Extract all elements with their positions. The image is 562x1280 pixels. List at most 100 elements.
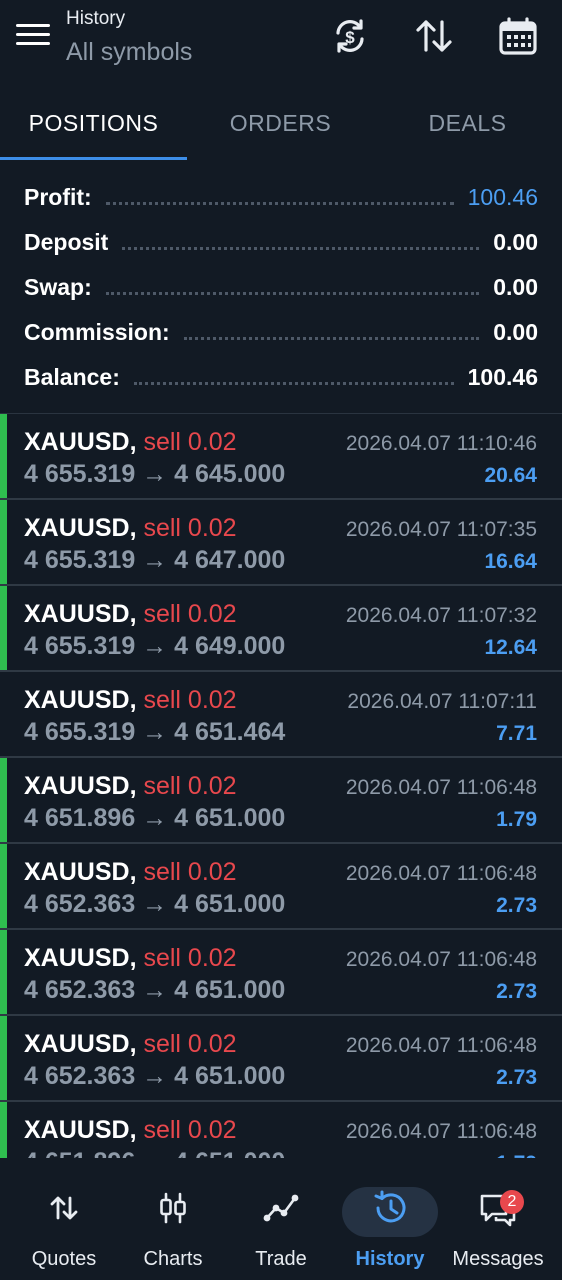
- dotted-leader: [122, 247, 480, 250]
- deal-prices: 4 652.363 → 4 651.000: [24, 890, 286, 918]
- deal-row[interactable]: XAUUSD, sell 0.02 4 652.363 → 4 651.000 20…: [0, 1016, 562, 1102]
- deal-prices: 4 655.319 → 4 649.000: [24, 632, 286, 660]
- summary-label: Commission:: [24, 319, 170, 345]
- symbol-name: XAUUSD,: [24, 428, 137, 456]
- nav-label: Trade: [255, 1248, 307, 1270]
- deal-profit: 2.73: [496, 894, 537, 917]
- dotted-leader: [105, 202, 454, 205]
- tab-deals[interactable]: DEALS: [374, 92, 561, 162]
- profit-indicator-bar: [0, 758, 7, 842]
- summary-swap: Swap: 0.00: [0, 265, 562, 310]
- deal-list[interactable]: XAUUSD, sell 0.02 4 655.319 → 4 645.000 20…: [0, 413, 562, 1158]
- deal-prices: 4 655.319 → 4 647.000: [24, 546, 286, 574]
- deal-time: 2026.04.07 11:06:48: [345, 776, 537, 799]
- deal-row[interactable]: XAUUSD, sell 0.02 4 655.319 → 4 651.464 20…: [0, 672, 562, 758]
- profit-indicator-bar: [0, 586, 7, 670]
- deal-prices: 4 652.363 → 4 651.000: [24, 1062, 286, 1090]
- deal-profit: 16.64: [484, 550, 537, 573]
- tab-orders[interactable]: ORDERS: [187, 92, 374, 162]
- symbol-name: XAUUSD,: [24, 1030, 137, 1058]
- currency-exchange-icon[interactable]: $: [330, 16, 370, 56]
- dotted-leader: [183, 337, 480, 340]
- deal-prices: 4 655.319 → 4 645.000: [24, 460, 286, 488]
- deal-time: 2026.04.07 11:07:32: [345, 604, 537, 627]
- summary-value: 100.46: [467, 184, 538, 210]
- deal-profit: 1.79: [496, 808, 537, 831]
- deal-row[interactable]: XAUUSD, sell 0.02 4 652.363 → 4 651.000 20…: [0, 930, 562, 1016]
- sort-icon[interactable]: [414, 16, 454, 56]
- summary-value: 0.00: [493, 319, 538, 345]
- nav-label: Charts: [143, 1248, 203, 1270]
- deal-prices: 4 652.363 → 4 651.000: [24, 976, 286, 1004]
- deal-profit: 2.73: [496, 980, 537, 1003]
- summary-value: 0.00: [493, 274, 538, 300]
- deal-profit: 2.73: [496, 1066, 537, 1089]
- nav-label: Messages: [452, 1248, 544, 1270]
- summary-value: 0.00: [493, 229, 538, 255]
- deal-symbol: XAUUSD, sell 0.02: [24, 600, 237, 629]
- tab-positions[interactable]: POSITIONS: [0, 92, 187, 162]
- symbol-name: XAUUSD,: [24, 686, 137, 714]
- deal-row[interactable]: XAUUSD, sell 0.02 4 655.319 → 4 645.000 20…: [0, 414, 562, 500]
- trade-icon: [261, 1188, 301, 1228]
- summary-label: Balance:: [24, 364, 120, 390]
- deal-row[interactable]: XAUUSD, sell 0.02 4 655.319 → 4 649.000 20…: [0, 586, 562, 672]
- nav-charts[interactable]: Charts: [119, 1158, 227, 1280]
- summary-profit: Profit: 100.46: [0, 175, 562, 220]
- deal-profit: 12.64: [484, 636, 537, 659]
- deal-row[interactable]: XAUUSD, sell 0.02 4 651.896 → 4 651.000 20…: [0, 758, 562, 844]
- dotted-leader: [133, 382, 454, 385]
- page-title: History: [66, 8, 126, 29]
- deal-profit: 20.64: [484, 464, 537, 487]
- summary-balance: Balance: 100.46: [0, 355, 562, 400]
- history-screen: History All symbols $ POSITIONS ORDERS D…: [0, 0, 562, 1280]
- nav-history[interactable]: History: [336, 1158, 444, 1280]
- deal-row[interactable]: XAUUSD, sell 0.02 4 652.363 → 4 651.000 20…: [0, 844, 562, 930]
- summary-label: Deposit: [24, 229, 109, 255]
- nav-label: History: [355, 1248, 425, 1270]
- symbol-name: XAUUSD,: [24, 514, 137, 542]
- calendar-icon[interactable]: [498, 16, 538, 56]
- top-bar: History All symbols $: [0, 0, 562, 80]
- deal-symbol: XAUUSD, sell 0.02: [24, 1116, 237, 1145]
- nav-messages[interactable]: Messages: [444, 1158, 552, 1280]
- history-tabs: POSITIONS ORDERS DEALS: [0, 92, 562, 162]
- quotes-icon: [44, 1188, 84, 1228]
- symbol-name: XAUUSD,: [24, 600, 137, 628]
- profit-indicator-bar: [0, 930, 7, 1014]
- profit-indicator-bar: [0, 500, 7, 584]
- active-tab-indicator: [0, 157, 187, 160]
- deal-symbol: XAUUSD, sell 0.02: [24, 944, 237, 973]
- deal-side-volume: sell 0.02: [143, 514, 237, 542]
- deal-row[interactable]: XAUUSD, sell 0.02 4 651.896 → 4 651.000 20…: [0, 1102, 562, 1158]
- deal-profit: 7.71: [496, 722, 537, 745]
- hamburger-menu-icon[interactable]: [16, 24, 50, 50]
- deal-time: 2026.04.07 11:07:11: [347, 690, 537, 713]
- deal-symbol: XAUUSD, sell 0.02: [24, 1030, 237, 1059]
- deal-symbol: XAUUSD, sell 0.02: [24, 428, 237, 457]
- profit-indicator-bar: [0, 844, 7, 928]
- deal-symbol: XAUUSD, sell 0.02: [24, 686, 237, 715]
- nav-trade[interactable]: Trade: [227, 1158, 335, 1280]
- messages-badge: 2: [500, 1190, 524, 1214]
- deal-symbol: XAUUSD, sell 0.02: [24, 858, 237, 887]
- summary-commission: Commission: 0.00: [0, 310, 562, 355]
- summary-label: Profit:: [24, 184, 92, 210]
- nav-quotes[interactable]: Quotes: [10, 1158, 118, 1280]
- bottom-navigation: Quotes Charts Trade History Messages: [0, 1158, 562, 1280]
- charts-icon: [153, 1188, 193, 1228]
- deal-row[interactable]: XAUUSD, sell 0.02 4 655.319 → 4 647.000 20…: [0, 500, 562, 586]
- summary-value: 100.46: [467, 364, 538, 390]
- profit-indicator-bar: [0, 1102, 7, 1158]
- symbol-name: XAUUSD,: [24, 944, 137, 972]
- deal-side-volume: sell 0.02: [143, 772, 237, 800]
- symbol-filter[interactable]: All symbols: [66, 38, 192, 67]
- deal-time: 2026.04.07 11:07:35: [345, 518, 537, 541]
- deal-time: 2026.04.07 11:06:48: [345, 948, 537, 971]
- symbol-name: XAUUSD,: [24, 1116, 137, 1144]
- dotted-leader: [105, 292, 480, 295]
- history-icon: [370, 1188, 410, 1228]
- nav-label: Quotes: [31, 1248, 97, 1270]
- deal-symbol: XAUUSD, sell 0.02: [24, 514, 237, 543]
- deal-time: 2026.04.07 11:06:48: [345, 1120, 537, 1143]
